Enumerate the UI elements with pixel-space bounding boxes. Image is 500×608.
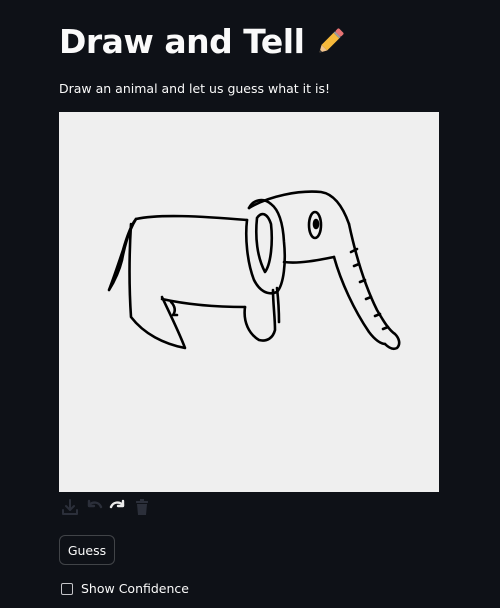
redo-icon[interactable] <box>107 496 129 518</box>
checkbox-box[interactable] <box>61 582 73 595</box>
page-title: Draw and Tell <box>59 20 348 64</box>
show-confidence-checkbox[interactable]: Show Confidence <box>61 581 189 596</box>
trash-icon[interactable] <box>131 496 153 518</box>
download-icon[interactable] <box>59 496 81 518</box>
elephant-drawing <box>107 190 401 351</box>
page-title-text: Draw and Tell <box>59 22 305 61</box>
pencil-icon <box>312 24 348 60</box>
drawing-canvas[interactable] <box>59 112 439 492</box>
guess-button[interactable]: Guess <box>59 535 115 565</box>
undo-icon[interactable] <box>83 496 105 518</box>
show-confidence-label: Show Confidence <box>81 581 189 596</box>
instructions-text: Draw an animal and let us guess what it … <box>59 81 331 96</box>
canvas-toolbar <box>59 496 153 518</box>
